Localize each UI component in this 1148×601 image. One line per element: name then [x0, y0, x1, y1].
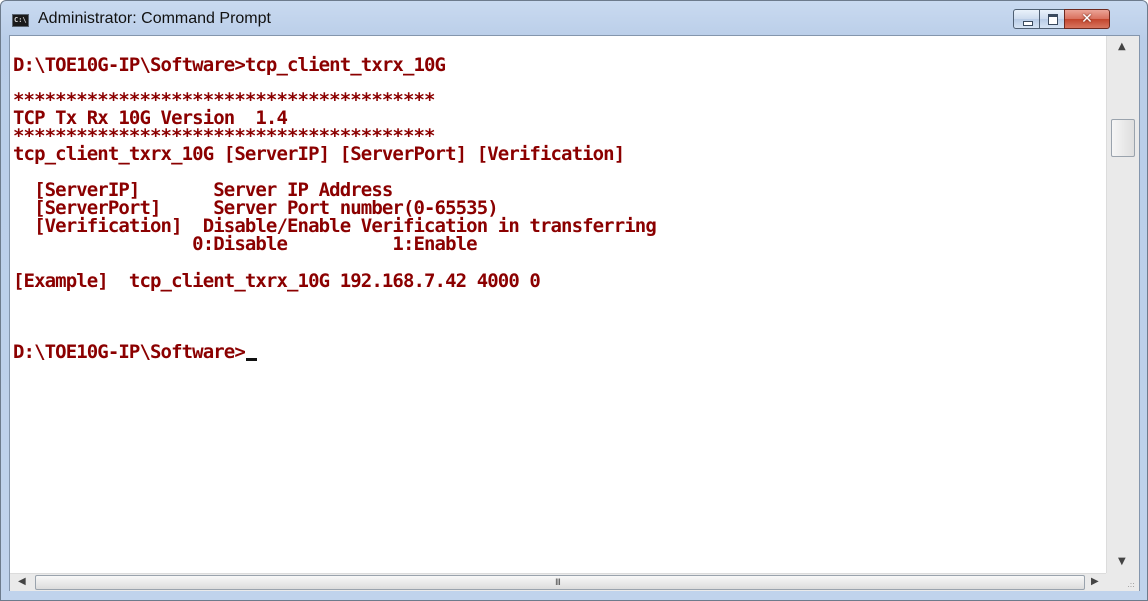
title-bar[interactable]: C:\ Administrator: Command Prompt ✕	[1, 1, 1147, 35]
console-output[interactable]: D:\TOE10G-IP\Software> tcp_client_txrx_10…	[10, 36, 1106, 573]
scroll-up-icon[interactable]: ▲	[1118, 42, 1126, 52]
size-grip-icon[interactable]: .::	[1127, 581, 1135, 589]
vertical-scroll-thumb[interactable]	[1111, 119, 1135, 157]
vertical-scrollbar[interactable]: ▲ ▼	[1106, 36, 1139, 573]
console-line: [Example] tcp_client_txrx_10G 192.168.7.…	[13, 270, 541, 292]
maximize-button[interactable]	[1039, 9, 1065, 29]
scroll-left-icon[interactable]: ◀	[18, 577, 26, 587]
console-prompt: D:\TOE10G-IP\Software>	[13, 341, 246, 363]
grip-icon: III	[555, 578, 561, 588]
command-prompt-window: C:\ Administrator: Command Prompt ✕ D:\T…	[0, 0, 1148, 601]
console-line: tcp_client_txrx_10G [ServerIP] [ServerPo…	[13, 143, 625, 165]
scroll-right-icon[interactable]: ▶	[1091, 577, 1099, 587]
console-prompt-line[interactable]: D:\TOE10G-IP\Software>	[13, 343, 257, 362]
close-icon: ✕	[1081, 11, 1093, 27]
horizontal-scroll-thumb[interactable]: III	[35, 575, 1085, 590]
text-cursor	[245, 358, 257, 361]
console-client-area: D:\TOE10G-IP\Software> tcp_client_txrx_10…	[9, 35, 1140, 591]
cmd-icon[interactable]: C:\	[12, 14, 29, 27]
scrollbar-corner: .::	[1106, 573, 1139, 591]
console-line: 0:Disable 1:Enable	[13, 233, 477, 255]
maximize-icon	[1048, 14, 1058, 25]
scroll-down-icon[interactable]: ▼	[1118, 557, 1126, 567]
horizontal-scrollbar[interactable]: ◀ III ▶	[10, 573, 1106, 591]
window-title: Administrator: Command Prompt	[38, 10, 271, 27]
close-button[interactable]: ✕	[1064, 9, 1110, 29]
minimize-button[interactable]	[1013, 9, 1040, 29]
minimize-icon	[1023, 21, 1033, 26]
console-line: D:\TOE10G-IP\Software>tcp_client_txrx_10…	[13, 54, 446, 76]
